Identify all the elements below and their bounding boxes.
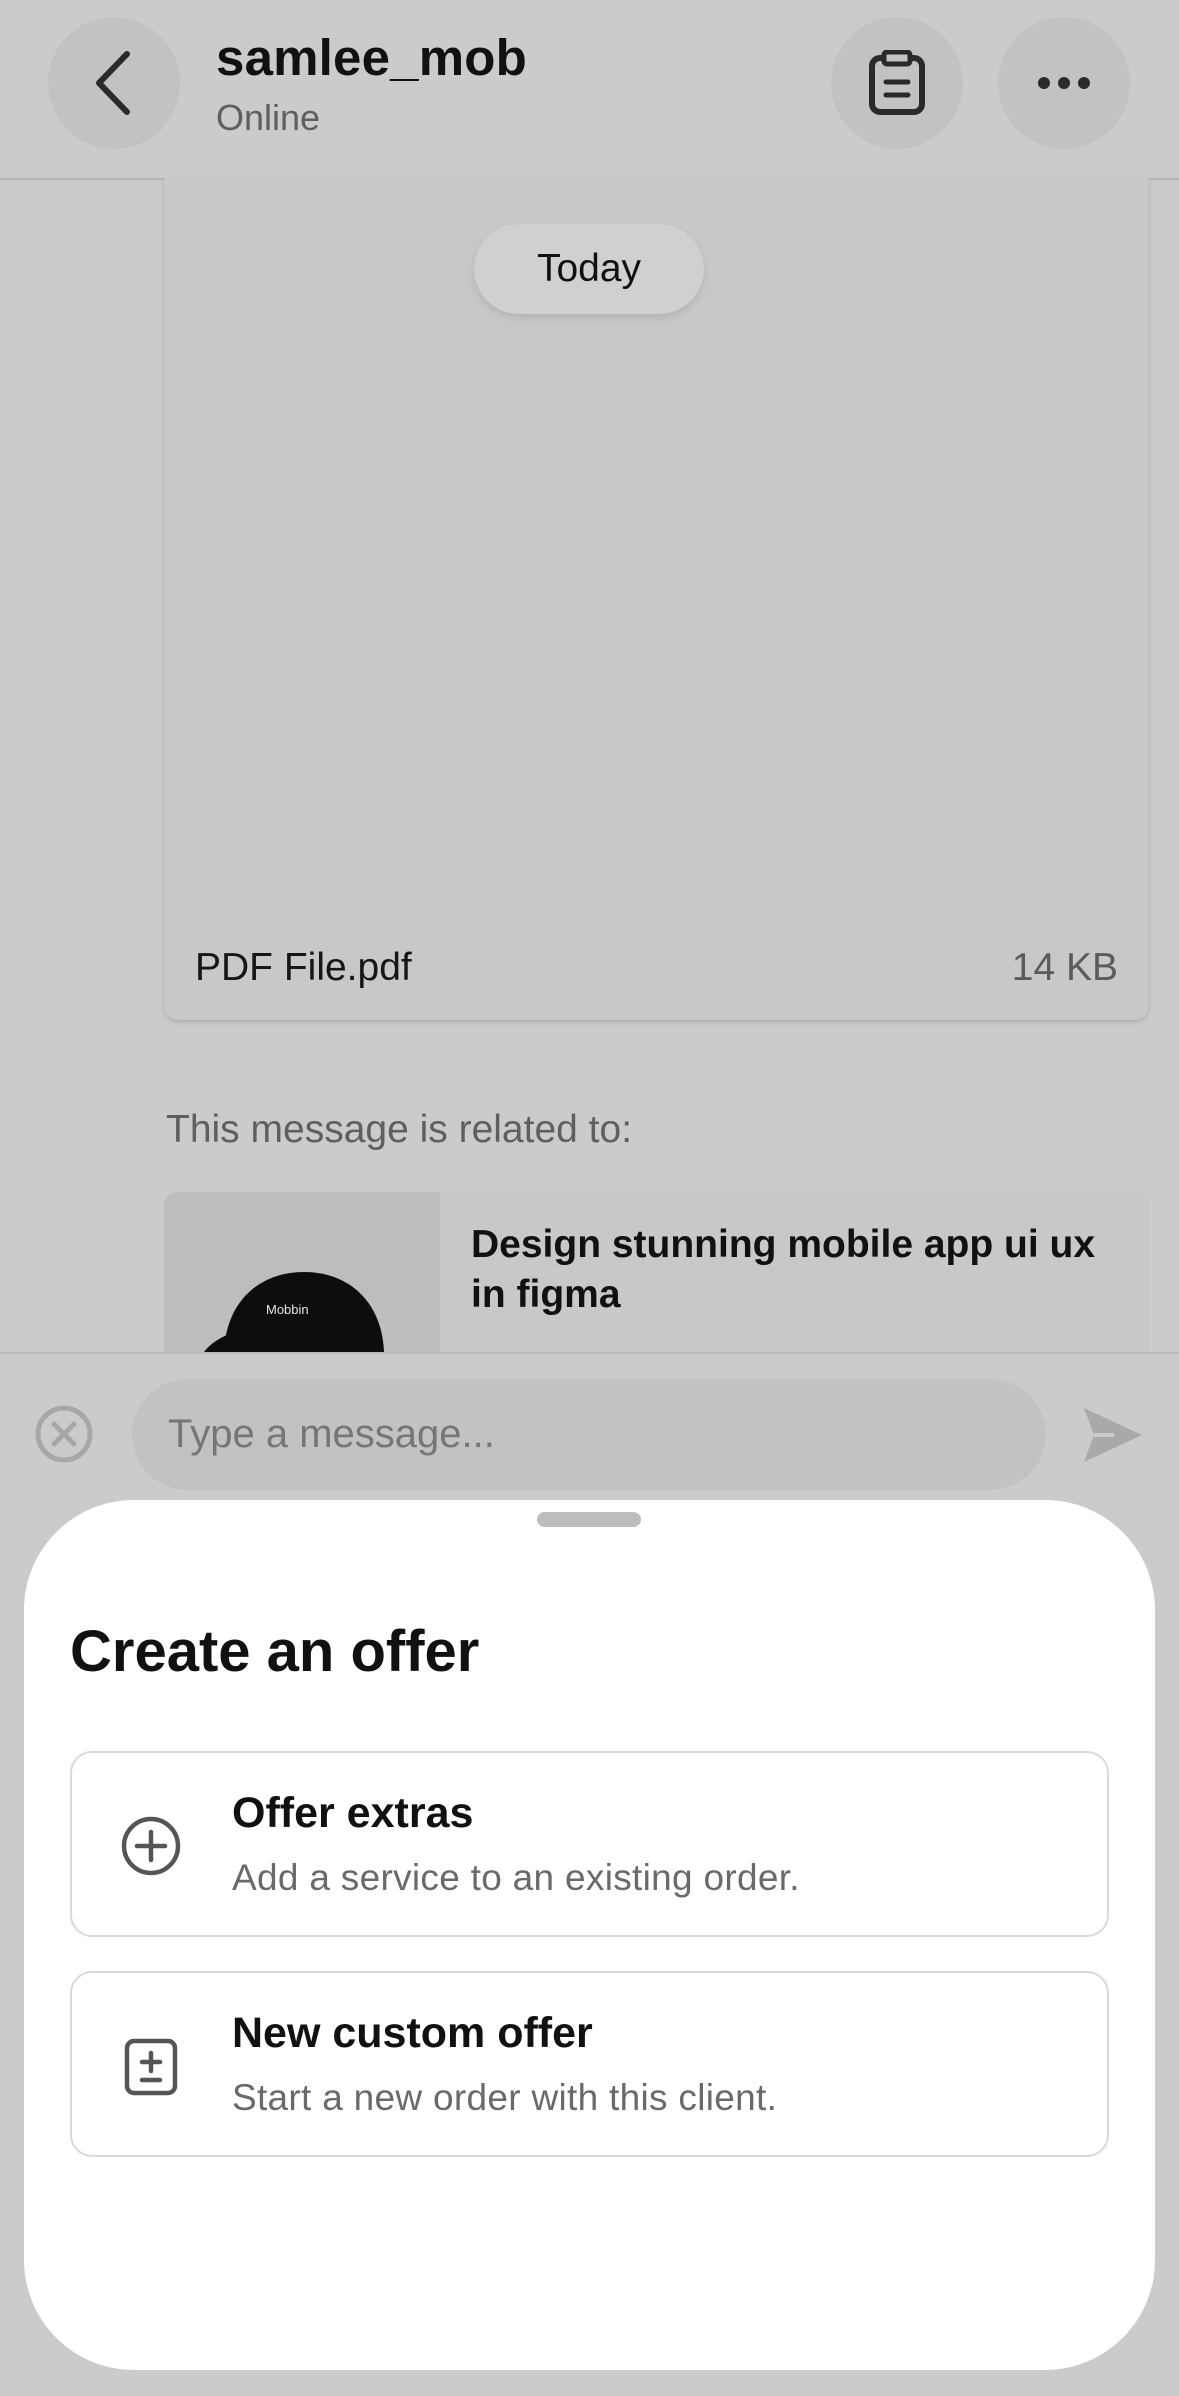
sheet-title: Create an offer [70,1619,480,1684]
message-input[interactable] [132,1379,1046,1490]
clipboard-icon [869,50,925,115]
plus-circle-icon [121,1816,181,1876]
option-title: New custom offer [232,2009,593,2057]
attachment-file-name: PDF File.pdf [195,946,412,989]
gig-thumbnail: Mobbin [164,1192,440,1352]
sheet-grabber[interactable] [537,1512,641,1527]
related-label: This message is related to: [166,1108,633,1151]
send-icon[interactable] [1080,1402,1146,1468]
cap-image: Mobbin [204,1272,384,1352]
clipboard-button[interactable] [831,17,963,149]
related-gig-title: Design stunning mobile app ui ux in figm… [471,1223,1096,1316]
option-title: Offer extras [232,1789,474,1837]
chat-header: samlee_mob Online [0,0,1179,180]
attachment-file-size: 14 KB [1011,946,1118,989]
option-description: Start a new order with this client. [232,2077,778,2118]
more-options-button[interactable] [998,17,1130,149]
clipboard-plus-minus-icon [124,2038,178,2096]
date-separator: Today [474,224,704,314]
related-gig-card[interactable]: Mobbin Design stunning mobile app ui ux … [164,1192,1149,1352]
back-button[interactable] [48,17,180,149]
chat-username[interactable]: samlee_mob [216,28,527,87]
online-status: Online [216,97,321,138]
offer-extras-option[interactable]: Offer extras Add a service to an existin… [70,1751,1109,1937]
close-circle-icon[interactable] [34,1404,94,1464]
chevron-left-icon [96,51,130,115]
new-custom-offer-option[interactable]: New custom offer Start a new order with … [70,1971,1109,2157]
option-description: Add a service to an existing order. [232,1857,800,1898]
more-horizontal-icon [1038,77,1090,89]
cap-logo-text: Mobbin [266,1302,309,1317]
